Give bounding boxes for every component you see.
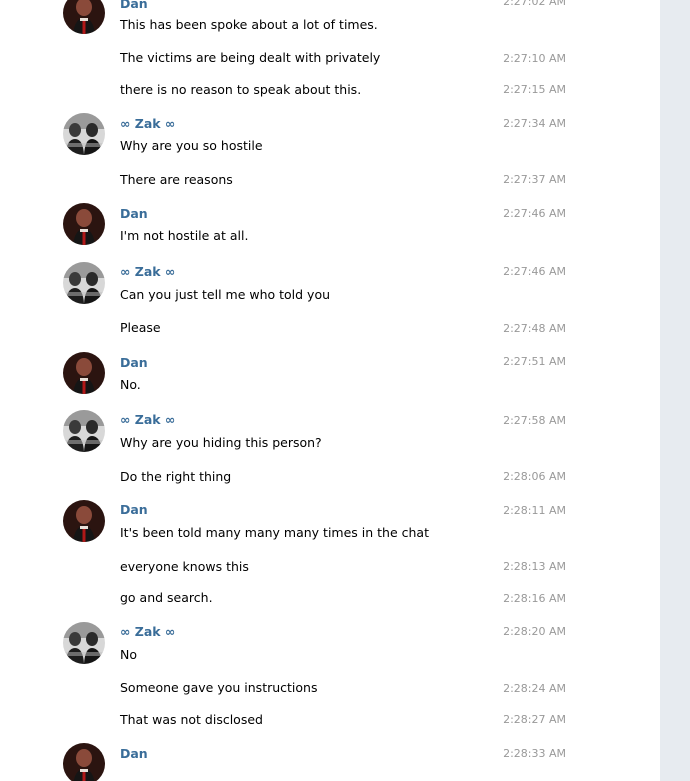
message-timestamp: 2:27:46 AM <box>503 265 566 278</box>
message-timestamp: 2:27:15 AM <box>503 83 566 96</box>
message-author[interactable]: Dan <box>120 502 148 518</box>
message-text: everyone knows this <box>120 559 249 574</box>
message-timestamp: 2:28:20 AM <box>503 625 566 638</box>
message-timestamp: 2:28:27 AM <box>503 713 566 726</box>
message-timestamp: 2:27:37 AM <box>503 173 566 186</box>
message-text: It's been told many many many times in t… <box>120 525 429 540</box>
message-timestamp: 2:28:24 AM <box>503 682 566 695</box>
message-timestamp: 2:28:06 AM <box>503 470 566 483</box>
message-text: There are reasons <box>120 172 233 187</box>
zak-avatar[interactable] <box>63 410 105 452</box>
message-author[interactable]: ∞ Zak ∞ <box>120 116 175 132</box>
zak-avatar[interactable] <box>63 262 105 304</box>
dan-avatar[interactable] <box>63 0 105 34</box>
message-author[interactable]: ∞ Zak ∞ <box>120 264 175 280</box>
message-text: there is no reason to speak about this. <box>120 82 362 97</box>
sidebar-panel <box>660 0 690 781</box>
message-text: go and search. <box>120 590 213 605</box>
chat-window: Dan This has been spoke about a lot of t… <box>0 0 690 781</box>
message-text: Someone gave you instructions <box>120 680 318 695</box>
message-text: That was not disclosed <box>120 712 263 727</box>
message-text: The victims are being dealt with private… <box>120 50 381 65</box>
dan-avatar[interactable] <box>63 203 105 245</box>
message-author[interactable]: ∞ Zak ∞ <box>120 624 175 640</box>
message-timestamp: 2:27:46 AM <box>503 207 566 220</box>
dan-avatar[interactable] <box>63 743 105 781</box>
message-timestamp: 2:28:33 AM <box>503 747 566 760</box>
message-timestamp: 2:27:51 AM <box>503 355 566 368</box>
message-text: This has been spoke about a lot of times… <box>120 17 378 32</box>
dan-avatar[interactable] <box>63 352 105 394</box>
message-text: Do the right thing <box>120 469 232 484</box>
message-author[interactable]: Dan <box>120 206 148 222</box>
message-timestamp: 2:28:16 AM <box>503 592 566 605</box>
message-text: Why are you so hostile <box>120 138 263 153</box>
message-timestamp: 2:28:13 AM <box>503 560 566 573</box>
message-timestamp: 2:28:11 AM <box>503 504 566 517</box>
message-timestamp: 2:27:10 AM <box>503 52 566 65</box>
message-history[interactable]: Dan This has been spoke about a lot of t… <box>0 0 660 781</box>
message-author[interactable]: ∞ Zak ∞ <box>120 412 175 428</box>
zak-avatar[interactable] <box>63 622 105 664</box>
zak-avatar[interactable] <box>63 113 105 155</box>
message-text: No. <box>120 377 141 392</box>
dan-avatar[interactable] <box>63 500 105 542</box>
message-author[interactable]: Dan <box>120 355 148 371</box>
message-timestamp: 2:27:34 AM <box>503 117 566 130</box>
message-text: Please <box>120 320 161 335</box>
message-timestamp: 2:27:58 AM <box>503 414 566 427</box>
message-text: Can you just tell me who told you <box>120 287 331 302</box>
message-author[interactable]: Dan <box>120 0 148 12</box>
message-text: I'm not hostile at all. <box>120 228 249 243</box>
message-text: Why are you hiding this person? <box>120 435 322 450</box>
message-author[interactable]: Dan <box>120 746 148 762</box>
message-timestamp: 2:27:02 AM <box>503 0 566 8</box>
message-text: No <box>120 647 137 662</box>
message-timestamp: 2:27:48 AM <box>503 322 566 335</box>
